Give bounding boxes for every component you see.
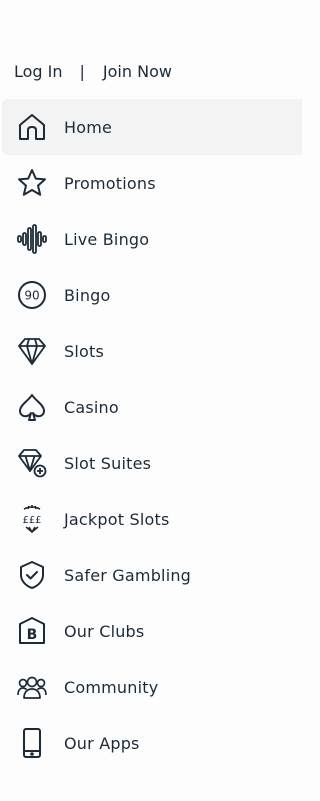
auth-separator: | <box>79 61 85 81</box>
menu-item-label: Safer Gambling <box>64 565 192 585</box>
people-icon <box>16 671 48 703</box>
join-now-link[interactable]: Join Now <box>103 62 172 81</box>
menu-item-promotions[interactable]: Promotions <box>2 155 302 211</box>
home-icon <box>16 111 48 143</box>
menu-item-label: Live Bingo <box>64 229 150 249</box>
jackpot-pounds-icon: £££ <box>16 503 48 535</box>
menu-item-label: Our Clubs <box>64 621 145 641</box>
menu-item-label: Home <box>64 117 113 137</box>
menu-item-home[interactable]: Home <box>2 99 302 155</box>
menu-item-slots[interactable]: Slots <box>2 323 302 379</box>
menu-item-slot-suites[interactable]: Slot Suites <box>2 435 302 491</box>
menu-item-bingo[interactable]: 90 Bingo <box>2 267 302 323</box>
menu-item-label: Slots <box>64 341 104 361</box>
menu-item-label: Casino <box>64 397 119 417</box>
soundwave-icon <box>16 223 48 255</box>
shield-check-icon <box>16 559 48 591</box>
menu-item-label: Community <box>64 677 159 697</box>
menu-item-community[interactable]: Community <box>2 659 302 715</box>
main-menu: Home Promotions Live Bingo 90 Bingo Slot… <box>2 99 302 771</box>
menu-item-label: Jackpot Slots <box>64 509 170 529</box>
menu-item-jackpot-slots[interactable]: £££ Jackpot Slots <box>2 491 302 547</box>
menu-item-our-apps[interactable]: Our Apps <box>2 715 302 771</box>
svg-text:B: B <box>27 627 38 643</box>
spade-icon <box>16 391 48 423</box>
phone-icon <box>16 727 48 759</box>
diamond-icon <box>16 335 48 367</box>
menu-item-label: Bingo <box>64 285 111 305</box>
auth-links: Log In | Join Now <box>14 59 172 83</box>
club-b-icon: B <box>16 615 48 647</box>
star-icon <box>16 167 48 199</box>
svg-text:£££: £££ <box>22 515 41 526</box>
menu-item-label: Promotions <box>64 173 156 193</box>
diamond-plus-icon <box>16 447 48 479</box>
menu-item-label: Our Apps <box>64 733 140 753</box>
svg-text:90: 90 <box>24 289 39 303</box>
login-link[interactable]: Log In <box>14 62 63 81</box>
bingo-ball-90-icon: 90 <box>16 279 48 311</box>
menu-item-casino[interactable]: Casino <box>2 379 302 435</box>
menu-item-live-bingo[interactable]: Live Bingo <box>2 211 302 267</box>
menu-item-label: Slot Suites <box>64 453 152 473</box>
menu-item-safer-gambling[interactable]: Safer Gambling <box>2 547 302 603</box>
menu-item-our-clubs[interactable]: B Our Clubs <box>2 603 302 659</box>
